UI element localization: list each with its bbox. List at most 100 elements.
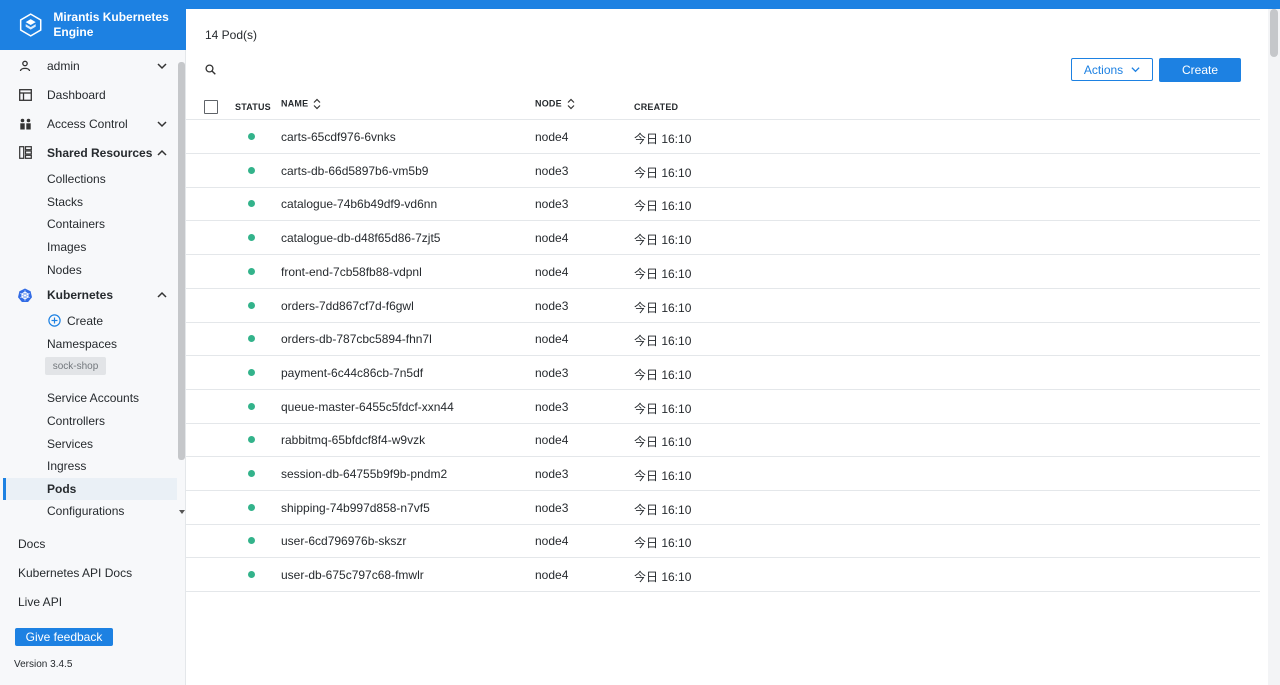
- sidebar-item-nodes[interactable]: Nodes: [47, 263, 82, 277]
- page-scrollbar[interactable]: [1268, 9, 1280, 685]
- select-all-checkbox[interactable]: [204, 100, 218, 114]
- table-row[interactable]: user-6cd796976b-skszr node4 今日 16:10: [186, 524, 1260, 559]
- namespace-tag[interactable]: sock-shop: [45, 357, 106, 375]
- pod-name[interactable]: catalogue-db-d48f65d86-7zjt5: [281, 231, 440, 245]
- actions-dropdown-button[interactable]: Actions: [1071, 58, 1153, 81]
- sidebar-item-configurations[interactable]: Configurations: [47, 504, 124, 518]
- link-docs[interactable]: Docs: [18, 537, 45, 551]
- pod-name[interactable]: front-end-7cb58fb88-vdpnl: [281, 265, 422, 279]
- sidebar-item-images[interactable]: Images: [47, 240, 86, 254]
- column-status: STATUS: [235, 102, 271, 112]
- brand-header[interactable]: Mirantis Kubernetes Engine: [0, 0, 186, 50]
- link-live-api[interactable]: Live API: [18, 595, 62, 609]
- pod-name[interactable]: orders-db-787cbc5894-fhn7l: [281, 332, 432, 346]
- chevron-up-icon: [157, 149, 167, 156]
- create-button[interactable]: Create: [1159, 58, 1241, 82]
- version-label: Version 3.4.5: [14, 659, 73, 670]
- pod-name[interactable]: queue-master-6455c5fdcf-xxn44: [281, 400, 454, 414]
- chevron-up-icon: [157, 291, 167, 298]
- pod-count: 14 Pod(s): [205, 28, 258, 42]
- pod-created: 今日 16:10: [634, 502, 692, 517]
- status-dot-icon: [248, 503, 255, 511]
- top-accent-bar: [0, 0, 1280, 9]
- sidebar-item-label: Dashboard: [47, 87, 106, 102]
- pod-node: node4: [535, 264, 569, 279]
- pod-created: 今日 16:10: [634, 132, 692, 146]
- sidebar-item-dashboard[interactable]: Dashboard: [0, 83, 177, 106]
- chevron-down-icon: [1131, 67, 1140, 73]
- sidebar-section-shared-resources[interactable]: Shared Resources: [0, 141, 177, 164]
- sidebar-item-create[interactable]: Create: [0, 309, 177, 332]
- pod-node: node4: [535, 433, 569, 448]
- app-title: Mirantis Kubernetes Engine: [53, 10, 169, 39]
- table-row[interactable]: orders-db-787cbc5894-fhn7l node4 今日 16:10: [186, 322, 1260, 357]
- sidebar-item-label: Access Control: [47, 116, 128, 131]
- column-node-header[interactable]: NODE: [535, 98, 575, 110]
- sidebar-item-access-control[interactable]: Access Control: [0, 112, 177, 135]
- search-icon[interactable]: [205, 64, 216, 75]
- column-node: NODE: [535, 98, 562, 109]
- sidebar-item-controllers[interactable]: Controllers: [47, 414, 105, 428]
- user-icon: [18, 59, 32, 73]
- pod-name[interactable]: payment-6c44c86cb-7n5df: [281, 366, 423, 380]
- pod-name[interactable]: session-db-64755b9f9b-pndm2: [281, 467, 447, 481]
- status-dot-icon: [248, 301, 255, 309]
- pod-node: node4: [535, 130, 569, 144]
- pod-name[interactable]: carts-db-66d5897b6-vm5b9: [281, 164, 428, 178]
- dashboard-icon: [18, 88, 32, 102]
- pod-name[interactable]: shipping-74b997d858-n7vf5: [281, 501, 430, 515]
- table-row[interactable]: catalogue-db-d48f65d86-7zjt5 node4 今日 16:1…: [186, 221, 1260, 256]
- sidebar-item-namespaces[interactable]: Namespaces: [47, 337, 117, 351]
- pod-name[interactable]: catalogue-74b6b49df9-vd6nn: [281, 197, 437, 211]
- table-row[interactable]: carts-db-66d5897b6-vm5b9 node3 今日 16:10: [186, 154, 1260, 188]
- table-row[interactable]: rabbitmq-65bfdcf8f4-w9vzk node4 今日 16:10: [186, 423, 1260, 458]
- pod-name[interactable]: carts-65cdf976-6vnks: [281, 130, 396, 144]
- pod-created: 今日 16:10: [634, 367, 692, 382]
- scroll-down-arrow-icon[interactable]: [179, 510, 185, 514]
- pod-node: node3: [535, 500, 569, 515]
- pod-name[interactable]: rabbitmq-65bfdcf8f4-w9vzk: [281, 433, 425, 447]
- sidebar-item-stacks[interactable]: Stacks: [47, 195, 83, 209]
- pod-created: 今日 16:10: [634, 570, 692, 585]
- sidebar-section-kubernetes[interactable]: Kubernetes: [0, 283, 177, 306]
- kubernetes-icon: [18, 288, 32, 302]
- main-content: 14 Pod(s) Actions Create STATUS NAME NOD…: [186, 9, 1268, 685]
- table-row[interactable]: payment-6c44c86cb-7n5df node3 今日 16:10: [186, 356, 1260, 390]
- give-feedback-button[interactable]: Give feedback: [15, 628, 113, 646]
- table-row[interactable]: orders-7dd867cf7d-f6gwl node3 今日 16:10: [186, 289, 1260, 323]
- shared-resources-icon: [18, 146, 32, 160]
- pod-name[interactable]: user-db-675c797c68-fmwlr: [281, 568, 424, 582]
- pod-node: node3: [535, 365, 569, 380]
- column-name-header[interactable]: NAME: [281, 98, 321, 110]
- sidebar-item-ingress[interactable]: Ingress: [47, 459, 86, 473]
- pod-name[interactable]: orders-7dd867cf7d-f6gwl: [281, 299, 414, 313]
- pod-node: node3: [535, 467, 569, 481]
- table-row[interactable]: front-end-7cb58fb88-vdpnl node4 今日 16:10: [186, 255, 1260, 289]
- table-header: STATUS NAME NODE CREATED: [186, 95, 1260, 120]
- nav-scroll-area: admin Dashboard Access Control Shared Re…: [0, 53, 186, 518]
- status-dot-icon: [248, 166, 255, 174]
- table-row[interactable]: carts-65cdf976-6vnks node4 今日 16:10: [186, 120, 1260, 154]
- pod-created: 今日 16:10: [634, 266, 692, 281]
- column-name: NAME: [281, 98, 309, 109]
- pod-node: node3: [535, 163, 569, 178]
- pod-created: 今日 16:10: [634, 401, 692, 416]
- link-kubernetes-api-docs[interactable]: Kubernetes API Docs: [18, 566, 132, 580]
- sort-icon: [313, 98, 321, 110]
- user-menu[interactable]: admin: [0, 54, 177, 77]
- pod-created: 今日 16:10: [634, 334, 692, 349]
- sidebar-item-services[interactable]: Services: [47, 437, 93, 451]
- page-scrollbar-thumb[interactable]: [1270, 9, 1278, 57]
- pod-created: 今日 16:10: [634, 300, 692, 315]
- table-row[interactable]: user-db-675c797c68-fmwlr node4 今日 16:10: [186, 558, 1260, 593]
- sidebar-item-containers[interactable]: Containers: [47, 217, 105, 231]
- table-row[interactable]: session-db-64755b9f9b-pndm2 node3 今日 16:10: [186, 457, 1260, 491]
- sidebar-scrollbar-thumb[interactable]: [178, 62, 185, 460]
- table-row[interactable]: shipping-74b997d858-n7vf5 node3 今日 16:10: [186, 491, 1260, 525]
- table-row[interactable]: queue-master-6455c5fdcf-xxn44 node3 今日 16:…: [186, 390, 1260, 424]
- sidebar-item-collections[interactable]: Collections: [47, 172, 106, 186]
- sidebar-item-pods[interactable]: Pods: [47, 482, 76, 496]
- pod-name[interactable]: user-6cd796976b-skszr: [281, 534, 406, 548]
- table-row[interactable]: catalogue-74b6b49df9-vd6nn node3 今日 16:10: [186, 187, 1260, 222]
- sidebar-item-service-accounts[interactable]: Service Accounts: [47, 391, 139, 405]
